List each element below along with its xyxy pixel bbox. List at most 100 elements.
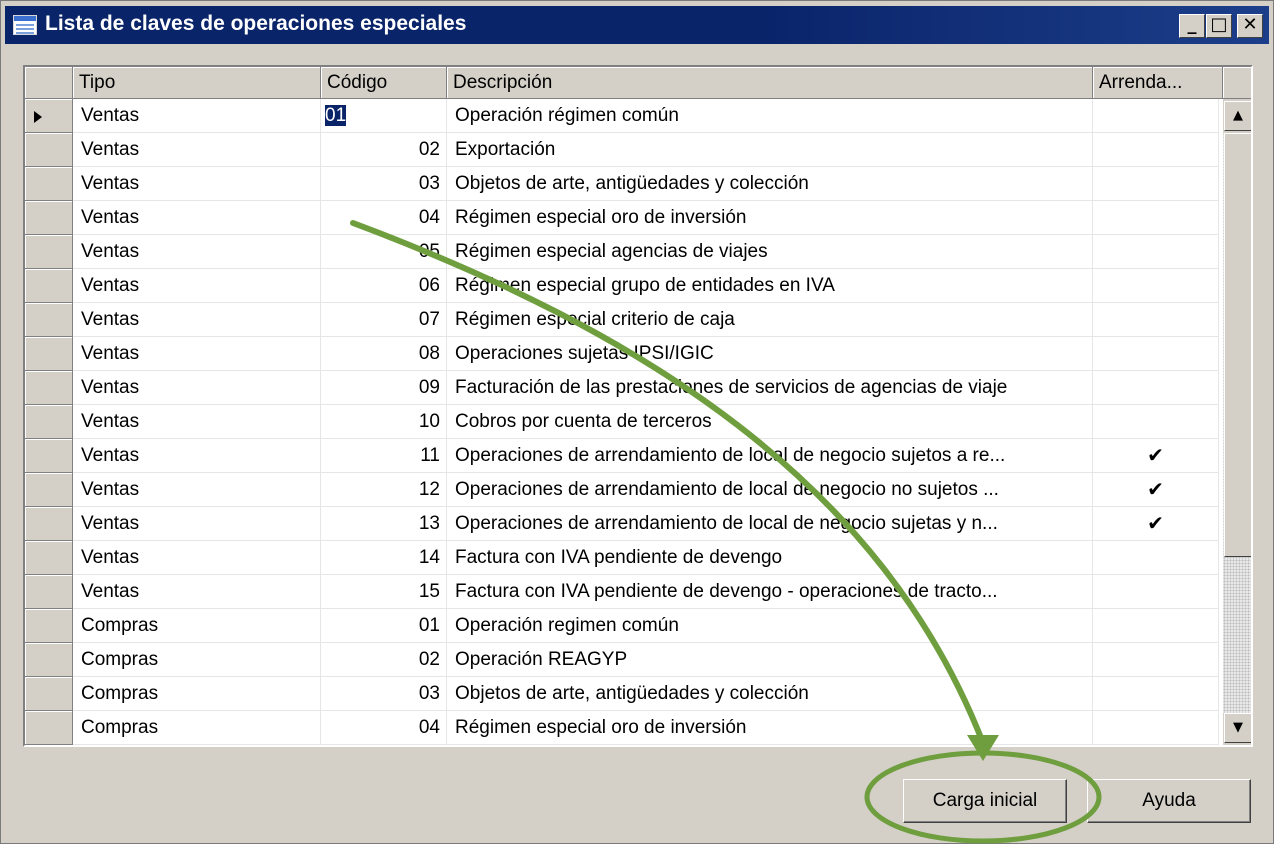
cell-tipo[interactable]: Ventas bbox=[73, 201, 321, 235]
column-header-arrendamiento[interactable]: Arrenda... bbox=[1093, 67, 1223, 99]
cell-arrendamiento-checkbox[interactable] bbox=[1093, 575, 1219, 609]
row-selector[interactable] bbox=[25, 439, 73, 473]
cell-arrendamiento-checkbox[interactable] bbox=[1093, 167, 1219, 201]
table-row[interactable]: Ventas 05 Régimen especial agencias de via… bbox=[25, 235, 1223, 269]
cell-tipo[interactable]: Ventas bbox=[73, 303, 321, 337]
cell-tipo[interactable]: Ventas bbox=[73, 507, 321, 541]
cell-codigo[interactable]: 01 bbox=[321, 609, 447, 643]
cell-tipo[interactable]: Ventas bbox=[73, 337, 321, 371]
cell-arrendamiento-checkbox[interactable] bbox=[1093, 133, 1219, 167]
cell-codigo[interactable]: 04 bbox=[321, 201, 447, 235]
ayuda-button[interactable]: Ayuda bbox=[1087, 779, 1251, 823]
cell-descripcion[interactable]: Operación regimen común bbox=[447, 609, 1093, 643]
cell-descripcion[interactable]: Régimen especial grupo de entidades en I… bbox=[447, 269, 1093, 303]
cell-arrendamiento-checkbox[interactable] bbox=[1093, 99, 1219, 133]
cell-tipo[interactable]: Ventas bbox=[73, 575, 321, 609]
close-button[interactable]: ✕ bbox=[1237, 14, 1263, 38]
cell-codigo[interactable]: 02 bbox=[321, 133, 447, 167]
cell-codigo[interactable]: 13 bbox=[321, 507, 447, 541]
column-header-descripcion[interactable]: Descripción bbox=[447, 67, 1093, 99]
cell-codigo-active[interactable]: 01 bbox=[321, 99, 447, 133]
cell-codigo[interactable]: 03 bbox=[321, 677, 447, 711]
cell-codigo[interactable]: 07 bbox=[321, 303, 447, 337]
table-row[interactable]: Ventas 01 Operación régimen común bbox=[25, 99, 1223, 133]
cell-descripcion[interactable]: Régimen especial agencias de viajes bbox=[447, 235, 1093, 269]
table-row[interactable]: Ventas 08 Operaciones sujetas IPSI/IGIC bbox=[25, 337, 1223, 371]
cell-arrendamiento-checkbox[interactable] bbox=[1093, 609, 1219, 643]
cell-arrendamiento-checkbox[interactable]: ✔ bbox=[1093, 473, 1219, 507]
row-selector-header[interactable] bbox=[25, 67, 73, 99]
cell-descripcion[interactable]: Operaciones de arrendamiento de local de… bbox=[447, 439, 1093, 473]
carga-inicial-button[interactable]: Carga inicial bbox=[903, 779, 1067, 823]
table-row[interactable]: Compras 01 Operación regimen común bbox=[25, 609, 1223, 643]
title-bar[interactable]: Lista de claves de operaciones especiale… bbox=[5, 6, 1269, 44]
cell-arrendamiento-checkbox[interactable] bbox=[1093, 371, 1219, 405]
cell-tipo[interactable]: Ventas bbox=[73, 541, 321, 575]
cell-arrendamiento-checkbox[interactable] bbox=[1093, 541, 1219, 575]
cell-arrendamiento-checkbox[interactable] bbox=[1093, 711, 1219, 745]
selected-code-text[interactable]: 01 bbox=[325, 105, 347, 126]
cell-codigo[interactable]: 12 bbox=[321, 473, 447, 507]
cell-codigo[interactable]: 04 bbox=[321, 711, 447, 745]
row-selector[interactable] bbox=[25, 371, 73, 405]
cell-codigo[interactable]: 10 bbox=[321, 405, 447, 439]
cell-tipo[interactable]: Ventas bbox=[73, 167, 321, 201]
cell-arrendamiento-checkbox[interactable] bbox=[1093, 405, 1219, 439]
cell-codigo[interactable]: 03 bbox=[321, 167, 447, 201]
table-row[interactable]: Compras 03 Objetos de arte, antigüedades y… bbox=[25, 677, 1223, 711]
table-row[interactable]: Ventas 13 Operaciones de arrendamiento de … bbox=[25, 507, 1223, 541]
cell-descripcion[interactable]: Factura con IVA pendiente de devengo bbox=[447, 541, 1093, 575]
row-selector[interactable] bbox=[25, 643, 73, 677]
column-header-codigo[interactable]: Código bbox=[321, 67, 447, 99]
cell-codigo[interactable]: 15 bbox=[321, 575, 447, 609]
cell-tipo[interactable]: Ventas bbox=[73, 99, 321, 133]
cell-descripcion[interactable]: Objetos de arte, antigüedades y colecció… bbox=[447, 677, 1093, 711]
cell-arrendamiento-checkbox[interactable] bbox=[1093, 235, 1219, 269]
table-row[interactable]: Ventas 14 Factura con IVA pendiente de dev… bbox=[25, 541, 1223, 575]
cell-descripcion[interactable]: Facturación de las prestaciones de servi… bbox=[447, 371, 1093, 405]
table-row[interactable]: Ventas 15 Factura con IVA pendiente de dev… bbox=[25, 575, 1223, 609]
cell-descripcion[interactable]: Cobros por cuenta de terceros bbox=[447, 405, 1093, 439]
cell-codigo[interactable]: 06 bbox=[321, 269, 447, 303]
row-selector[interactable] bbox=[25, 677, 73, 711]
row-selector[interactable] bbox=[25, 473, 73, 507]
cell-codigo[interactable]: 09 bbox=[321, 371, 447, 405]
scroll-down-icon[interactable]: ▼ bbox=[1224, 713, 1251, 743]
row-selector[interactable] bbox=[25, 575, 73, 609]
cell-codigo[interactable]: 08 bbox=[321, 337, 447, 371]
minimize-button[interactable]: _ bbox=[1179, 14, 1205, 38]
cell-codigo[interactable]: 14 bbox=[321, 541, 447, 575]
cell-tipo[interactable]: Ventas bbox=[73, 473, 321, 507]
cell-codigo[interactable]: 11 bbox=[321, 439, 447, 473]
cell-arrendamiento-checkbox[interactable] bbox=[1093, 303, 1219, 337]
table-row[interactable]: Ventas 10 Cobros por cuenta de terceros bbox=[25, 405, 1223, 439]
cell-arrendamiento-checkbox[interactable] bbox=[1093, 677, 1219, 711]
cell-tipo[interactable]: Compras bbox=[73, 711, 321, 745]
table-row[interactable]: Ventas 07 Régimen especial criterio de caj… bbox=[25, 303, 1223, 337]
row-selector[interactable] bbox=[25, 609, 73, 643]
cell-descripcion[interactable]: Operaciones de arrendamiento de local de… bbox=[447, 507, 1093, 541]
cell-tipo[interactable]: Compras bbox=[73, 643, 321, 677]
table-row[interactable]: Ventas 09 Facturación de las prestaciones … bbox=[25, 371, 1223, 405]
cell-codigo[interactable]: 02 bbox=[321, 643, 447, 677]
cell-descripcion[interactable]: Operación REAGYP bbox=[447, 643, 1093, 677]
cell-descripcion[interactable]: Operación régimen común bbox=[447, 99, 1093, 133]
cell-descripcion[interactable]: Régimen especial criterio de caja bbox=[447, 303, 1093, 337]
cell-descripcion[interactable]: Objetos de arte, antigüedades y colecció… bbox=[447, 167, 1093, 201]
column-header-tipo[interactable]: Tipo bbox=[73, 67, 321, 99]
row-selector[interactable] bbox=[25, 269, 73, 303]
cell-descripcion[interactable]: Régimen especial oro de inversión bbox=[447, 711, 1093, 745]
cell-arrendamiento-checkbox[interactable]: ✔ bbox=[1093, 507, 1219, 541]
row-selector[interactable] bbox=[25, 507, 73, 541]
cell-tipo[interactable]: Compras bbox=[73, 677, 321, 711]
cell-descripcion[interactable]: Exportación bbox=[447, 133, 1093, 167]
row-selector[interactable] bbox=[25, 99, 73, 133]
cell-tipo[interactable]: Ventas bbox=[73, 439, 321, 473]
cell-tipo[interactable]: Ventas bbox=[73, 405, 321, 439]
table-row[interactable]: Ventas 12 Operaciones de arrendamiento de … bbox=[25, 473, 1223, 507]
row-selector[interactable] bbox=[25, 711, 73, 745]
row-selector[interactable] bbox=[25, 303, 73, 337]
table-row[interactable]: Ventas 02 Exportación bbox=[25, 133, 1223, 167]
cell-arrendamiento-checkbox[interactable] bbox=[1093, 643, 1219, 677]
row-selector[interactable] bbox=[25, 201, 73, 235]
